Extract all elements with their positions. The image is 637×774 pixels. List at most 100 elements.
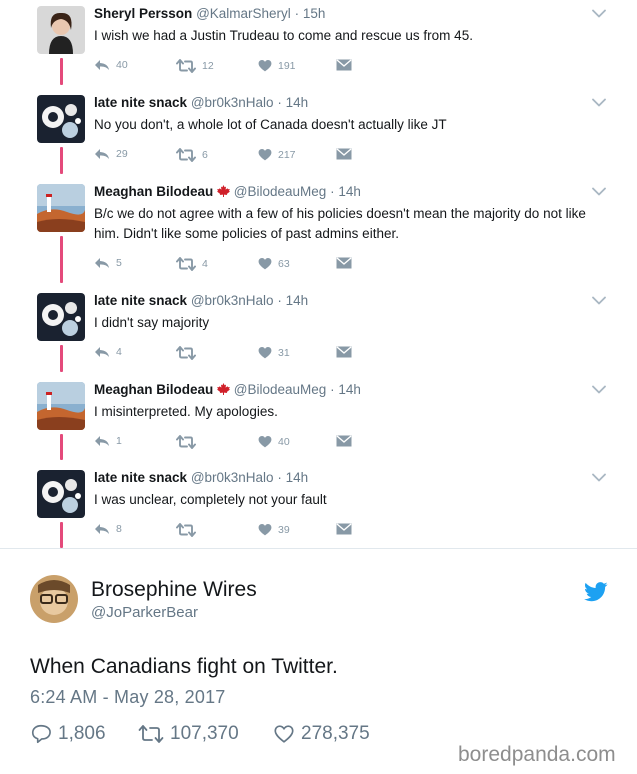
author-handle[interactable]: @br0k3nHalo bbox=[191, 95, 274, 110]
tweet-menu-button[interactable] bbox=[592, 183, 606, 201]
direct-message-button[interactable] bbox=[336, 148, 352, 160]
thread-tweet[interactable]: late nite snack @br0k3nHalo · 14h No you … bbox=[0, 89, 637, 177]
tweet-time[interactable]: 14h bbox=[338, 382, 361, 397]
reply-stat[interactable]: 1,806 bbox=[30, 723, 106, 745]
avatar[interactable] bbox=[37, 470, 85, 518]
retweet-count: 107,370 bbox=[170, 723, 239, 744]
retweet-button[interactable]: 4 bbox=[176, 257, 208, 271]
avatar[interactable] bbox=[37, 6, 85, 54]
tweet-menu-button[interactable] bbox=[592, 94, 606, 112]
reply-button[interactable]: 29 bbox=[94, 148, 128, 160]
tweet-text: When Canadians fight on Twitter. bbox=[30, 655, 338, 678]
author-name[interactable]: Brosephine Wires bbox=[91, 578, 257, 602]
reply-button[interactable]: 5 bbox=[94, 257, 122, 269]
tweet-menu-button[interactable] bbox=[592, 292, 606, 310]
heart-icon bbox=[258, 435, 272, 448]
like-button[interactable]: 31 bbox=[258, 346, 290, 359]
author-handle[interactable]: @KalmarSheryl bbox=[196, 6, 291, 21]
retweet-button[interactable]: 6 bbox=[176, 148, 208, 162]
like-button[interactable]: 63 bbox=[258, 257, 290, 270]
tweet-time[interactable]: 14h bbox=[286, 470, 309, 485]
author-name[interactable]: late nite snack bbox=[94, 95, 187, 110]
direct-message-button[interactable] bbox=[336, 523, 352, 535]
like-count: 191 bbox=[278, 59, 296, 72]
tweet-menu-button[interactable] bbox=[592, 5, 606, 23]
tweet-text: I was unclear, completely not your fault bbox=[94, 492, 327, 507]
separator-dot: · bbox=[330, 184, 335, 199]
like-count: 217 bbox=[278, 148, 296, 161]
reply-count: 8 bbox=[116, 523, 122, 535]
direct-message-button[interactable] bbox=[336, 257, 352, 269]
direct-message-button[interactable] bbox=[336, 59, 352, 71]
reply-icon bbox=[95, 60, 109, 70]
tweet-time[interactable]: 14h bbox=[286, 293, 309, 308]
direct-message-button[interactable] bbox=[336, 435, 352, 447]
tweet-timestamp[interactable]: 6:24 AM - May 28, 2017 bbox=[30, 687, 226, 708]
direct-message-icon bbox=[336, 346, 352, 358]
retweet-button[interactable] bbox=[176, 435, 202, 449]
retweet-icon bbox=[176, 59, 196, 73]
avatar[interactable] bbox=[37, 293, 85, 341]
watermark: boredpanda.com bbox=[458, 743, 616, 766]
author-name[interactable]: Meaghan Bilodeau bbox=[94, 184, 213, 199]
like-button[interactable]: 217 bbox=[258, 148, 296, 161]
tweet-menu-button[interactable] bbox=[592, 381, 606, 399]
author-handle[interactable]: @br0k3nHalo bbox=[191, 470, 274, 485]
reply-button[interactable]: 4 bbox=[94, 346, 122, 358]
author-handle[interactable]: @BilodeauMeg bbox=[234, 382, 327, 397]
reply-count: 29 bbox=[116, 148, 128, 160]
separator-dot: · bbox=[277, 470, 282, 485]
reply-button[interactable]: 8 bbox=[94, 523, 122, 535]
author-handle[interactable]: @br0k3nHalo bbox=[191, 293, 274, 308]
chevron-down-icon bbox=[592, 187, 606, 196]
heart-icon bbox=[258, 257, 272, 270]
tweet-time[interactable]: 15h bbox=[303, 6, 326, 21]
reply-thread: Sheryl Persson @KalmarSheryl · 15h I wish… bbox=[0, 0, 637, 548]
like-button[interactable]: 39 bbox=[258, 523, 290, 536]
like-count: 39 bbox=[278, 523, 290, 536]
direct-message-button[interactable] bbox=[336, 346, 352, 358]
twitter-bird-icon bbox=[584, 582, 608, 607]
thread-tweet[interactable]: Meaghan Bilodeau @BilodeauMeg · 14h B/c w… bbox=[0, 178, 637, 271]
reply-count: 5 bbox=[116, 257, 122, 269]
tweet-header: Sheryl Persson @KalmarSheryl · 15h bbox=[94, 6, 325, 21]
maple-leaf-icon bbox=[217, 383, 231, 395]
thread-tweet[interactable]: Meaghan Bilodeau @BilodeauMeg · 14h I mis… bbox=[0, 376, 637, 464]
like-button[interactable]: 40 bbox=[258, 435, 290, 448]
reply-icon bbox=[95, 436, 109, 446]
heart-icon bbox=[274, 725, 294, 743]
retweet-stat[interactable]: 107,370 bbox=[138, 723, 239, 745]
author-name[interactable]: Meaghan Bilodeau bbox=[94, 382, 213, 397]
thread-tweet[interactable]: late nite snack @br0k3nHalo · 14h I was u… bbox=[0, 464, 637, 552]
retweet-button[interactable] bbox=[176, 523, 202, 537]
tweet-time[interactable]: 14h bbox=[338, 184, 361, 199]
separator-dot: · bbox=[294, 6, 300, 21]
like-button[interactable]: 191 bbox=[258, 59, 296, 72]
avatar[interactable] bbox=[37, 382, 85, 430]
thread-tweet[interactable]: Sheryl Persson @KalmarSheryl · 15h I wish… bbox=[0, 0, 637, 88]
retweet-count: 12 bbox=[202, 60, 214, 72]
like-stat[interactable]: 278,375 bbox=[273, 723, 370, 745]
reply-button[interactable]: 1 bbox=[94, 435, 122, 447]
retweet-icon bbox=[176, 148, 196, 162]
avatar[interactable] bbox=[37, 184, 85, 232]
chevron-down-icon bbox=[592, 473, 606, 482]
retweet-button[interactable]: 12 bbox=[176, 59, 214, 73]
author-name[interactable]: late nite snack bbox=[94, 470, 187, 485]
avatar[interactable] bbox=[37, 95, 85, 143]
author-name[interactable]: late nite snack bbox=[94, 293, 187, 308]
chevron-down-icon bbox=[592, 296, 606, 305]
thread-tweet[interactable]: late nite snack @br0k3nHalo · 14h I didn'… bbox=[0, 287, 637, 375]
tweet-menu-button[interactable] bbox=[592, 469, 606, 487]
retweet-button[interactable] bbox=[176, 346, 202, 360]
tweet-header: late nite snack @br0k3nHalo · 14h bbox=[94, 293, 308, 308]
author-handle[interactable]: @BilodeauMeg bbox=[234, 184, 327, 199]
like-count: 63 bbox=[278, 257, 290, 270]
tweet-text: B/c we do not agree with a few of his po… bbox=[94, 206, 586, 241]
tweet-time[interactable]: 14h bbox=[286, 95, 309, 110]
retweet-icon bbox=[138, 725, 164, 743]
avatar[interactable] bbox=[30, 575, 78, 623]
author-name[interactable]: Sheryl Persson bbox=[94, 6, 192, 21]
reply-button[interactable]: 40 bbox=[94, 59, 128, 71]
author-handle[interactable]: @JoParkerBear bbox=[91, 604, 198, 621]
